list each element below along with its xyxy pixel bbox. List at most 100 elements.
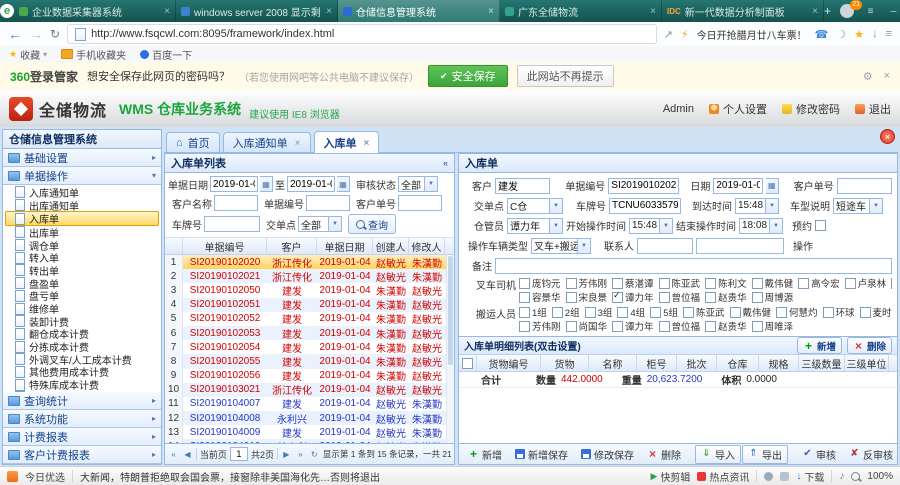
plate-input[interactable] [204,216,260,232]
date-to-input[interactable] [287,176,335,192]
table-row[interactable]: 4SI20190102051建发2019-01-04朱漢勤赵敏光 [165,298,454,312]
sidebar-item[interactable]: 分拣成本计费 [3,340,161,353]
table-row[interactable]: 7SI20190102054建发2019-01-04朱漢勤赵敏光 [165,340,454,354]
table-row[interactable]: 2SI20190102021浙江传化2019-01-04赵敏光朱漢勤 [165,269,454,283]
table-row[interactable]: 11SI20190104007建发2019-01-04赵敏光朱漢勤 [165,397,454,411]
worker-checkbox[interactable]: 芳伟刚 [566,277,608,289]
worker-checkbox[interactable]: 尚国华 [566,320,608,332]
worker-checkbox[interactable]: 蔡湛谭 [612,277,654,289]
sidebar-item[interactable]: 其他费用成本计费 [3,366,161,379]
customer-input[interactable] [495,178,550,194]
scrollbar[interactable] [446,255,454,443]
sidebar-item[interactable]: 调仓单 [3,239,161,252]
browser-tab[interactable]: 企业数据采集器系统 [14,0,176,22]
prev-page-button[interactable] [182,448,193,461]
table-row[interactable]: 8SI20190102055建发2019-01-04朱漢勤赵敏光 [165,354,454,368]
remark-input[interactable] [495,258,892,274]
bookmark-baidu[interactable]: 百度一下 [140,47,192,62]
sidebar-item[interactable]: 装卸计费 [3,315,161,328]
checkbox-icon[interactable] [462,358,473,369]
logout-button[interactable]: 退出 [855,101,891,117]
toolbar-button-export[interactable]: 导出 [742,445,788,464]
zoom-level[interactable]: 100% [867,471,893,482]
reserve-checkbox[interactable] [815,220,826,231]
sidebar-section[interactable]: 查询统计 [3,392,161,410]
contact-phone-input[interactable] [696,238,784,254]
doc-no-input[interactable] [608,178,679,194]
user-avatar[interactable]: 21 [840,4,854,18]
menu-icon[interactable] [886,28,892,40]
table-row[interactable]: 12SI20190104008永利兴2019-01-04赵敏光朱漢勤 [165,411,454,425]
page-input[interactable] [230,447,248,461]
worker-checkbox[interactable]: 4组 [617,306,645,318]
worker-checkbox[interactable]: 陈亚武 [683,306,725,318]
toolbar-button-unaudit[interactable]: 反审核 [843,445,897,464]
close-tab-button[interactable] [880,129,895,144]
browser-tab[interactable]: 广东全储物流 [500,0,662,22]
search-button[interactable]: 查询 [348,214,396,234]
worker-checkbox[interactable]: 庞钧元 [519,277,561,289]
delivery-point-select[interactable]: C仓 [507,198,563,214]
last-page-button[interactable] [295,448,306,461]
download-icon[interactable] [872,28,878,40]
gear-icon[interactable] [863,70,873,83]
worker-checkbox[interactable]: 卢泉林 [845,277,887,289]
op-vehicle-select[interactable]: 叉车+搬运 [531,238,591,254]
delivery-point-select[interactable]: 全部 [298,216,342,232]
worker-checkbox[interactable]: 何慧灼 [776,306,818,318]
lightning-icon[interactable] [681,28,689,41]
sidebar-section[interactable]: 系统功能 [3,410,161,428]
moon-icon[interactable] [836,28,846,41]
sidebar-section[interactable]: 基础设置 [3,149,161,167]
promo-text[interactable]: 今日开抢腊月廿八车票！ [697,27,807,42]
apps-icon[interactable] [780,472,789,481]
browser-menu-icon[interactable] [864,6,877,17]
worker-checkbox[interactable]: 曾位福 [659,291,701,303]
daily-pick-label[interactable]: 今日优选 [25,469,65,484]
worker-checkbox[interactable]: 3组 [585,306,613,318]
sidebar-section[interactable]: 计费报表 [3,428,161,446]
calendar-icon[interactable] [766,178,779,194]
date-input[interactable] [713,178,762,194]
sidebar-item[interactable]: 入库通知单 [3,186,161,199]
plugin-icon[interactable] [764,472,773,481]
worker-checkbox[interactable]: 麦时杰 [860,306,892,318]
toolbar-button-import[interactable]: 导入 [695,445,741,464]
keeper-select[interactable]: 谭力年 [507,218,563,234]
worker-checkbox[interactable]: 5组 [650,306,678,318]
tab-close-icon[interactable] [364,137,370,149]
address-bar[interactable]: http://www.fsqcwl.com:8095/framework/ind… [67,24,657,44]
table-row[interactable]: 9SI20190102056建发2019-01-04朱漢勤赵敏光 [165,369,454,383]
worker-checkbox[interactable]: 谭力年 [612,291,654,303]
customer-no-input[interactable] [398,195,442,211]
table-row[interactable]: 3SI20190102050建发2019-01-04朱漢勤赵敏光 [165,283,454,297]
browser-tab[interactable]: IDC新一代数据分析制面板 [662,0,824,22]
tab-close-icon[interactable] [326,6,332,17]
toolbar-button-plus[interactable]: 新增 [462,445,508,464]
sidebar-section[interactable]: 单据操作 [3,167,161,185]
worker-checkbox[interactable]: 戴伟健 [752,277,794,289]
worker-checkbox[interactable]: 宋良景 [566,291,608,303]
worker-checkbox[interactable]: 芳伟刚 [519,320,561,332]
table-row[interactable]: 1SI20190102020浙江传化2019-01-04赵敏光朱漢勤 [165,255,454,269]
minimize-button[interactable] [887,6,900,17]
detail-delete-button[interactable]: 删除 [847,337,892,354]
calendar-icon[interactable] [337,176,350,192]
customer-name-input[interactable] [214,195,258,211]
tab-close-icon[interactable] [812,6,818,17]
toolbar-button-del[interactable]: 删除 [641,445,687,464]
tab-close-icon[interactable] [488,6,494,17]
table-row[interactable]: 6SI20190102053建发2019-01-04朱漢勤赵敏光 [165,326,454,340]
browser-tab[interactable]: 仓储信息管理系统 [338,0,500,22]
worker-checkbox[interactable]: 1组 [519,306,547,318]
share-icon[interactable] [664,28,673,41]
bookmark-mobile-folder[interactable]: 手机收藏夹 [61,47,126,62]
worker-checkbox[interactable]: 高令宏 [798,277,840,289]
dismiss-notice-button[interactable]: 此网站不再提示 [517,65,614,87]
contact-input[interactable] [637,238,693,254]
quick-edit-button[interactable]: 快剪辑 [651,469,691,484]
toolbar-button-disk[interactable]: 修改保存 [575,445,640,464]
worker-checkbox[interactable]: 环球 [823,306,855,318]
back-button[interactable] [8,26,22,42]
first-page-button[interactable] [168,448,179,461]
